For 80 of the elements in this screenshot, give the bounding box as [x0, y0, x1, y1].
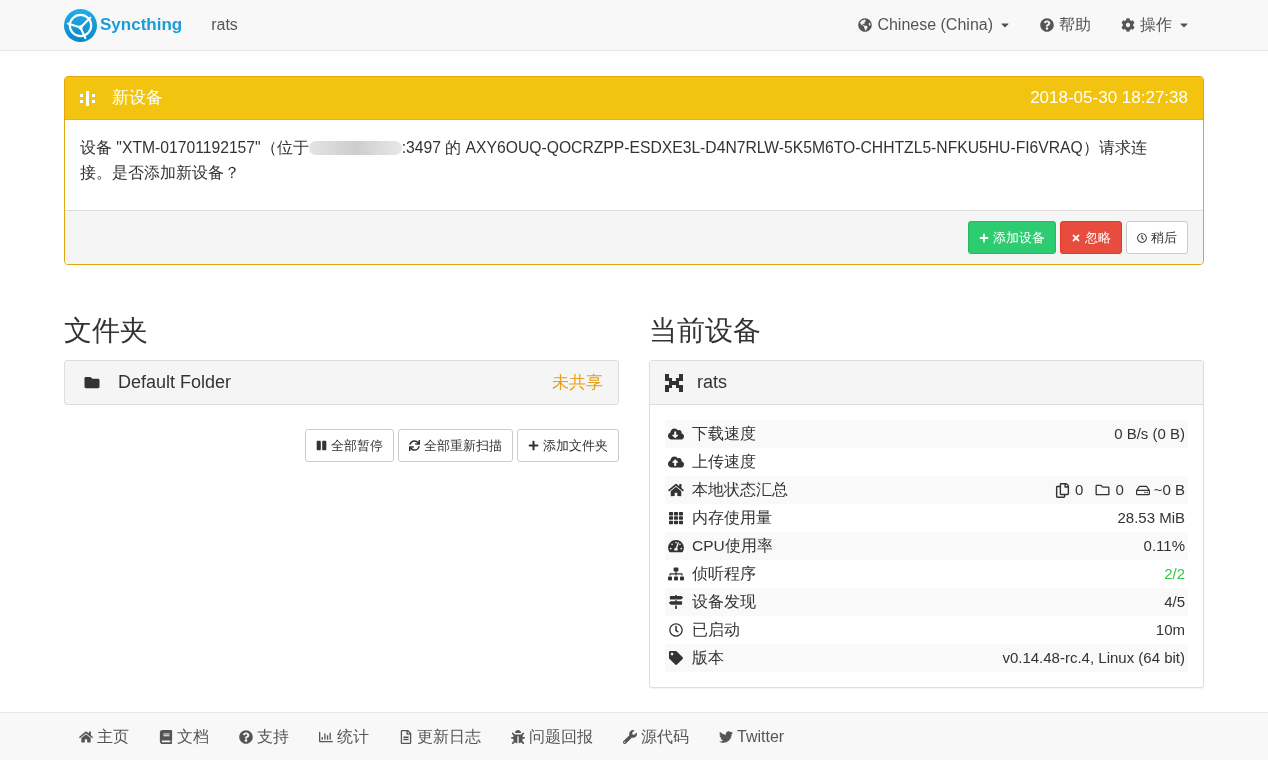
document-icon	[399, 729, 413, 744]
signpost-icon	[668, 595, 684, 609]
stat-value: 4/5	[1164, 591, 1185, 612]
stat-label: 版本	[692, 648, 724, 669]
nav-menu-item[interactable]: 帮助	[1025, 0, 1106, 51]
device-header[interactable]: rats	[650, 361, 1203, 405]
footer-link[interactable]: 主页	[64, 724, 144, 749]
gauge-icon	[668, 539, 684, 553]
folder-icon	[84, 375, 100, 390]
request-message: 设备 "XTM-01701192157"（位于	[80, 138, 309, 158]
help-icon	[1040, 18, 1054, 32]
clock-icon	[1137, 232, 1147, 243]
cloud-upload-icon	[668, 455, 684, 469]
bird-icon	[719, 729, 733, 744]
pixel-pattern-icon	[80, 90, 95, 106]
stat-label: CPU使用率	[692, 536, 773, 557]
stat-value: 10m	[1155, 619, 1185, 640]
tag-icon	[668, 651, 684, 665]
files-icon	[1055, 482, 1071, 498]
footer-link[interactable]: 文档	[144, 724, 224, 749]
nav-menu-item[interactable]: 操作	[1106, 0, 1204, 51]
size-value: ~0 B	[1153, 479, 1185, 500]
stat-value: 0.11%	[1143, 535, 1185, 556]
folder-row[interactable]: Default Folder 未共享	[64, 360, 619, 405]
notification-title: 新设备	[112, 87, 163, 110]
home-icon	[79, 729, 93, 744]
ignore-button[interactable]: 忽略	[1060, 221, 1122, 254]
stat-label: 已启动	[692, 620, 740, 641]
footer-link[interactable]: 统计	[304, 724, 384, 749]
folder-status: 未共享	[552, 371, 603, 394]
later-button[interactable]: 稍后	[1126, 221, 1188, 254]
stat-value: 28.53 MiB	[1117, 507, 1185, 528]
stat-label: 设备发现	[692, 592, 756, 613]
book-icon	[159, 729, 173, 744]
footer-link[interactable]: Twitter	[704, 724, 800, 749]
sitemap-icon	[668, 567, 684, 581]
stat-value: 2/2	[1164, 563, 1185, 584]
file-count: 0	[1075, 479, 1084, 500]
help-icon	[239, 729, 253, 744]
stat-value: 0 B/s (0 B)	[1114, 423, 1185, 444]
bug-icon	[511, 729, 525, 744]
nav-menu-item[interactable]: Chinese (China)	[843, 0, 1025, 51]
globe-icon	[858, 18, 873, 32]
folder-name: Default Folder	[118, 371, 232, 394]
refresh-icon	[409, 440, 420, 451]
footer-link[interactable]: 更新日志	[384, 724, 496, 749]
stat-label: 本地状态汇总	[692, 480, 788, 501]
stat-label: 内存使用量	[692, 508, 772, 529]
rescan-all-button[interactable]: 全部重新扫描	[398, 429, 513, 462]
section-heading: 文件夹	[64, 314, 149, 348]
stat-label: 上传速度	[692, 452, 756, 473]
request-message: 接。是否添加新设备？	[80, 164, 240, 181]
pause-icon	[316, 440, 327, 451]
home-icon	[668, 483, 684, 497]
section-heading: 当前设备	[649, 314, 762, 348]
add-folder-button[interactable]: 添加文件夹	[517, 429, 619, 462]
pixel-pattern-icon	[665, 373, 683, 392]
logo-icon	[64, 8, 97, 42]
stat-value: v0.14.48-rc.4, Linux (64 bit)	[1002, 647, 1185, 668]
settings-icon	[1121, 18, 1135, 32]
cloud-download-icon	[668, 427, 684, 441]
grid-icon	[668, 511, 684, 525]
folder-icon	[1095, 483, 1111, 497]
stat-label: 下载速度	[692, 424, 756, 445]
plus-icon	[979, 232, 989, 243]
footer-link[interactable]: 问题回报	[496, 724, 608, 749]
wrench-icon	[623, 729, 637, 744]
footer-link[interactable]: 支持	[224, 724, 304, 749]
bar-chart-icon	[319, 729, 333, 744]
plus-icon	[528, 440, 539, 451]
device-name: rats	[211, 15, 238, 35]
notification-time: 2018-05-30 18:27:38	[1030, 87, 1188, 110]
close-icon	[1071, 232, 1081, 243]
folder-count: 0	[1115, 479, 1124, 500]
clock-icon	[668, 623, 684, 637]
stat-label: 侦听程序	[692, 564, 756, 585]
device-name: rats	[697, 371, 727, 394]
pause-all-button[interactable]: 全部暂停	[305, 429, 394, 462]
footer-link[interactable]: 源代码	[608, 724, 704, 749]
request-message: :3497 的 AXY6OUQ-QOCRZPP-ESDXE3L-D4N7RLW-5K5M6TO-CHHTZL5-NFKU5HU-FI6VRAQ）请求连	[401, 138, 1147, 158]
